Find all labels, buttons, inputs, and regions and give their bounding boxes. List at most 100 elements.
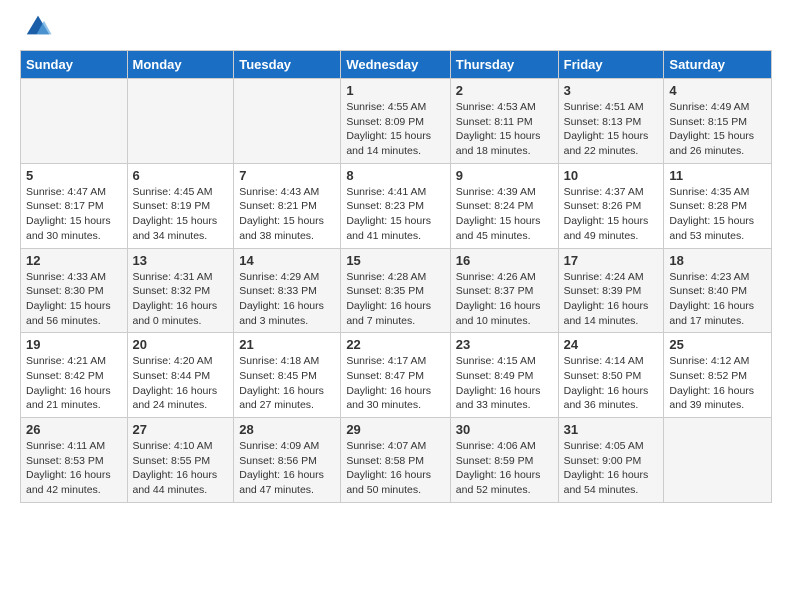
- calendar-week-2: 5 Sunrise: 4:47 AM Sunset: 8:17 PM Daylig…: [21, 163, 772, 248]
- day-info: Sunrise: 4:21 AM Sunset: 8:42 PM Dayligh…: [26, 354, 122, 413]
- calendar-cell: 9 Sunrise: 4:39 AM Sunset: 8:24 PM Daylig…: [450, 163, 558, 248]
- weekday-header-sunday: Sunday: [21, 51, 128, 79]
- calendar-cell: 30 Sunrise: 4:06 AM Sunset: 8:59 PM Dayli…: [450, 418, 558, 503]
- calendar-cell: 20 Sunrise: 4:20 AM Sunset: 8:44 PM Dayli…: [127, 333, 234, 418]
- day-number: 22: [346, 337, 444, 352]
- calendar-week-5: 26 Sunrise: 4:11 AM Sunset: 8:53 PM Dayli…: [21, 418, 772, 503]
- calendar-cell: 16 Sunrise: 4:26 AM Sunset: 8:37 PM Dayli…: [450, 248, 558, 333]
- calendar-week-3: 12 Sunrise: 4:33 AM Sunset: 8:30 PM Dayli…: [21, 248, 772, 333]
- logo: [20, 15, 53, 40]
- day-number: 7: [239, 168, 335, 183]
- day-info: Sunrise: 4:06 AM Sunset: 8:59 PM Dayligh…: [456, 439, 553, 498]
- logo-text: [20, 15, 53, 40]
- calendar-cell: 4Sunrise: 4:49 AM Sunset: 8:15 PM Daylig…: [664, 79, 772, 164]
- day-info: Sunrise: 4:24 AM Sunset: 8:39 PM Dayligh…: [564, 270, 659, 329]
- day-info: Sunrise: 4:47 AM Sunset: 8:17 PM Dayligh…: [26, 185, 122, 244]
- day-number: 2: [456, 83, 553, 98]
- day-info: Sunrise: 4:14 AM Sunset: 8:50 PM Dayligh…: [564, 354, 659, 413]
- day-info: Sunrise: 4:55 AM Sunset: 8:09 PM Dayligh…: [346, 100, 444, 159]
- day-number: 26: [26, 422, 122, 437]
- calendar-cell: [21, 79, 128, 164]
- day-number: 13: [133, 253, 229, 268]
- day-number: 21: [239, 337, 335, 352]
- calendar-cell: 19 Sunrise: 4:21 AM Sunset: 8:42 PM Dayli…: [21, 333, 128, 418]
- day-number: 20: [133, 337, 229, 352]
- weekday-header-monday: Monday: [127, 51, 234, 79]
- day-number: 23: [456, 337, 553, 352]
- day-number: 11: [669, 168, 766, 183]
- day-info: Sunrise: 4:10 AM Sunset: 8:55 PM Dayligh…: [133, 439, 229, 498]
- day-info: Sunrise: 4:11 AM Sunset: 8:53 PM Dayligh…: [26, 439, 122, 498]
- calendar-cell: 28 Sunrise: 4:09 AM Sunset: 8:56 PM Dayli…: [234, 418, 341, 503]
- calendar-cell: 14 Sunrise: 4:29 AM Sunset: 8:33 PM Dayli…: [234, 248, 341, 333]
- day-number: 30: [456, 422, 553, 437]
- calendar-cell: 23Sunrise: 4:15 AM Sunset: 8:49 PM Dayli…: [450, 333, 558, 418]
- day-info: Sunrise: 4:29 AM Sunset: 8:33 PM Dayligh…: [239, 270, 335, 329]
- calendar-cell: 5 Sunrise: 4:47 AM Sunset: 8:17 PM Daylig…: [21, 163, 128, 248]
- calendar-cell: 11 Sunrise: 4:35 AM Sunset: 8:28 PM Dayli…: [664, 163, 772, 248]
- day-number: 28: [239, 422, 335, 437]
- calendar-cell: 6Sunrise: 4:45 AM Sunset: 8:19 PM Daylig…: [127, 163, 234, 248]
- day-info: Sunrise: 4:35 AM Sunset: 8:28 PM Dayligh…: [669, 185, 766, 244]
- day-info: Sunrise: 4:12 AM Sunset: 8:52 PM Dayligh…: [669, 354, 766, 413]
- day-number: 10: [564, 168, 659, 183]
- calendar-cell: 8Sunrise: 4:41 AM Sunset: 8:23 PM Daylig…: [341, 163, 450, 248]
- calendar-cell: 15 Sunrise: 4:28 AM Sunset: 8:35 PM Dayli…: [341, 248, 450, 333]
- calendar-cell: 26 Sunrise: 4:11 AM Sunset: 8:53 PM Dayli…: [21, 418, 128, 503]
- day-number: 6: [133, 168, 229, 183]
- weekday-header-tuesday: Tuesday: [234, 51, 341, 79]
- calendar-cell: 18Sunrise: 4:23 AM Sunset: 8:40 PM Dayli…: [664, 248, 772, 333]
- day-number: 14: [239, 253, 335, 268]
- calendar-cell: 31 Sunrise: 4:05 AM Sunset: 9:00 PM Dayli…: [558, 418, 664, 503]
- logo-icon: [23, 10, 53, 40]
- day-number: 18: [669, 253, 766, 268]
- day-number: 27: [133, 422, 229, 437]
- calendar-cell: 21 Sunrise: 4:18 AM Sunset: 8:45 PM Dayli…: [234, 333, 341, 418]
- day-info: Sunrise: 4:53 AM Sunset: 8:11 PM Dayligh…: [456, 100, 553, 159]
- weekday-header-row: SundayMondayTuesdayWednesdayThursdayFrid…: [21, 51, 772, 79]
- day-info: Sunrise: 4:09 AM Sunset: 8:56 PM Dayligh…: [239, 439, 335, 498]
- day-info: Sunrise: 4:28 AM Sunset: 8:35 PM Dayligh…: [346, 270, 444, 329]
- day-number: 3: [564, 83, 659, 98]
- calendar-cell: 10Sunrise: 4:37 AM Sunset: 8:26 PM Dayli…: [558, 163, 664, 248]
- calendar-cell: 12 Sunrise: 4:33 AM Sunset: 8:30 PM Dayli…: [21, 248, 128, 333]
- day-info: Sunrise: 4:51 AM Sunset: 8:13 PM Dayligh…: [564, 100, 659, 159]
- day-number: 16: [456, 253, 553, 268]
- calendar-table: SundayMondayTuesdayWednesdayThursdayFrid…: [20, 50, 772, 503]
- calendar-week-4: 19 Sunrise: 4:21 AM Sunset: 8:42 PM Dayli…: [21, 333, 772, 418]
- day-number: 12: [26, 253, 122, 268]
- calendar-cell: 25Sunrise: 4:12 AM Sunset: 8:52 PM Dayli…: [664, 333, 772, 418]
- day-number: 31: [564, 422, 659, 437]
- day-info: Sunrise: 4:17 AM Sunset: 8:47 PM Dayligh…: [346, 354, 444, 413]
- calendar-cell: 13Sunrise: 4:31 AM Sunset: 8:32 PM Dayli…: [127, 248, 234, 333]
- page: SundayMondayTuesdayWednesdayThursdayFrid…: [0, 0, 792, 518]
- day-info: Sunrise: 4:20 AM Sunset: 8:44 PM Dayligh…: [133, 354, 229, 413]
- calendar-cell: [127, 79, 234, 164]
- calendar-cell: 2 Sunrise: 4:53 AM Sunset: 8:11 PM Daylig…: [450, 79, 558, 164]
- calendar-week-1: 1Sunrise: 4:55 AM Sunset: 8:09 PM Daylig…: [21, 79, 772, 164]
- calendar-cell: [664, 418, 772, 503]
- calendar-cell: 22 Sunrise: 4:17 AM Sunset: 8:47 PM Dayli…: [341, 333, 450, 418]
- day-number: 9: [456, 168, 553, 183]
- weekday-header-saturday: Saturday: [664, 51, 772, 79]
- day-info: Sunrise: 4:41 AM Sunset: 8:23 PM Dayligh…: [346, 185, 444, 244]
- weekday-header-friday: Friday: [558, 51, 664, 79]
- day-info: Sunrise: 4:43 AM Sunset: 8:21 PM Dayligh…: [239, 185, 335, 244]
- day-number: 17: [564, 253, 659, 268]
- day-info: Sunrise: 4:18 AM Sunset: 8:45 PM Dayligh…: [239, 354, 335, 413]
- header: [20, 15, 772, 40]
- day-number: 19: [26, 337, 122, 352]
- calendar-cell: 27 Sunrise: 4:10 AM Sunset: 8:55 PM Dayli…: [127, 418, 234, 503]
- day-number: 5: [26, 168, 122, 183]
- day-number: 4: [669, 83, 766, 98]
- day-info: Sunrise: 4:26 AM Sunset: 8:37 PM Dayligh…: [456, 270, 553, 329]
- day-info: Sunrise: 4:05 AM Sunset: 9:00 PM Dayligh…: [564, 439, 659, 498]
- calendar-cell: 1Sunrise: 4:55 AM Sunset: 8:09 PM Daylig…: [341, 79, 450, 164]
- weekday-header-wednesday: Wednesday: [341, 51, 450, 79]
- day-number: 15: [346, 253, 444, 268]
- calendar-cell: 24Sunrise: 4:14 AM Sunset: 8:50 PM Dayli…: [558, 333, 664, 418]
- weekday-header-thursday: Thursday: [450, 51, 558, 79]
- day-info: Sunrise: 4:33 AM Sunset: 8:30 PM Dayligh…: [26, 270, 122, 329]
- calendar-cell: 29Sunrise: 4:07 AM Sunset: 8:58 PM Dayli…: [341, 418, 450, 503]
- day-info: Sunrise: 4:39 AM Sunset: 8:24 PM Dayligh…: [456, 185, 553, 244]
